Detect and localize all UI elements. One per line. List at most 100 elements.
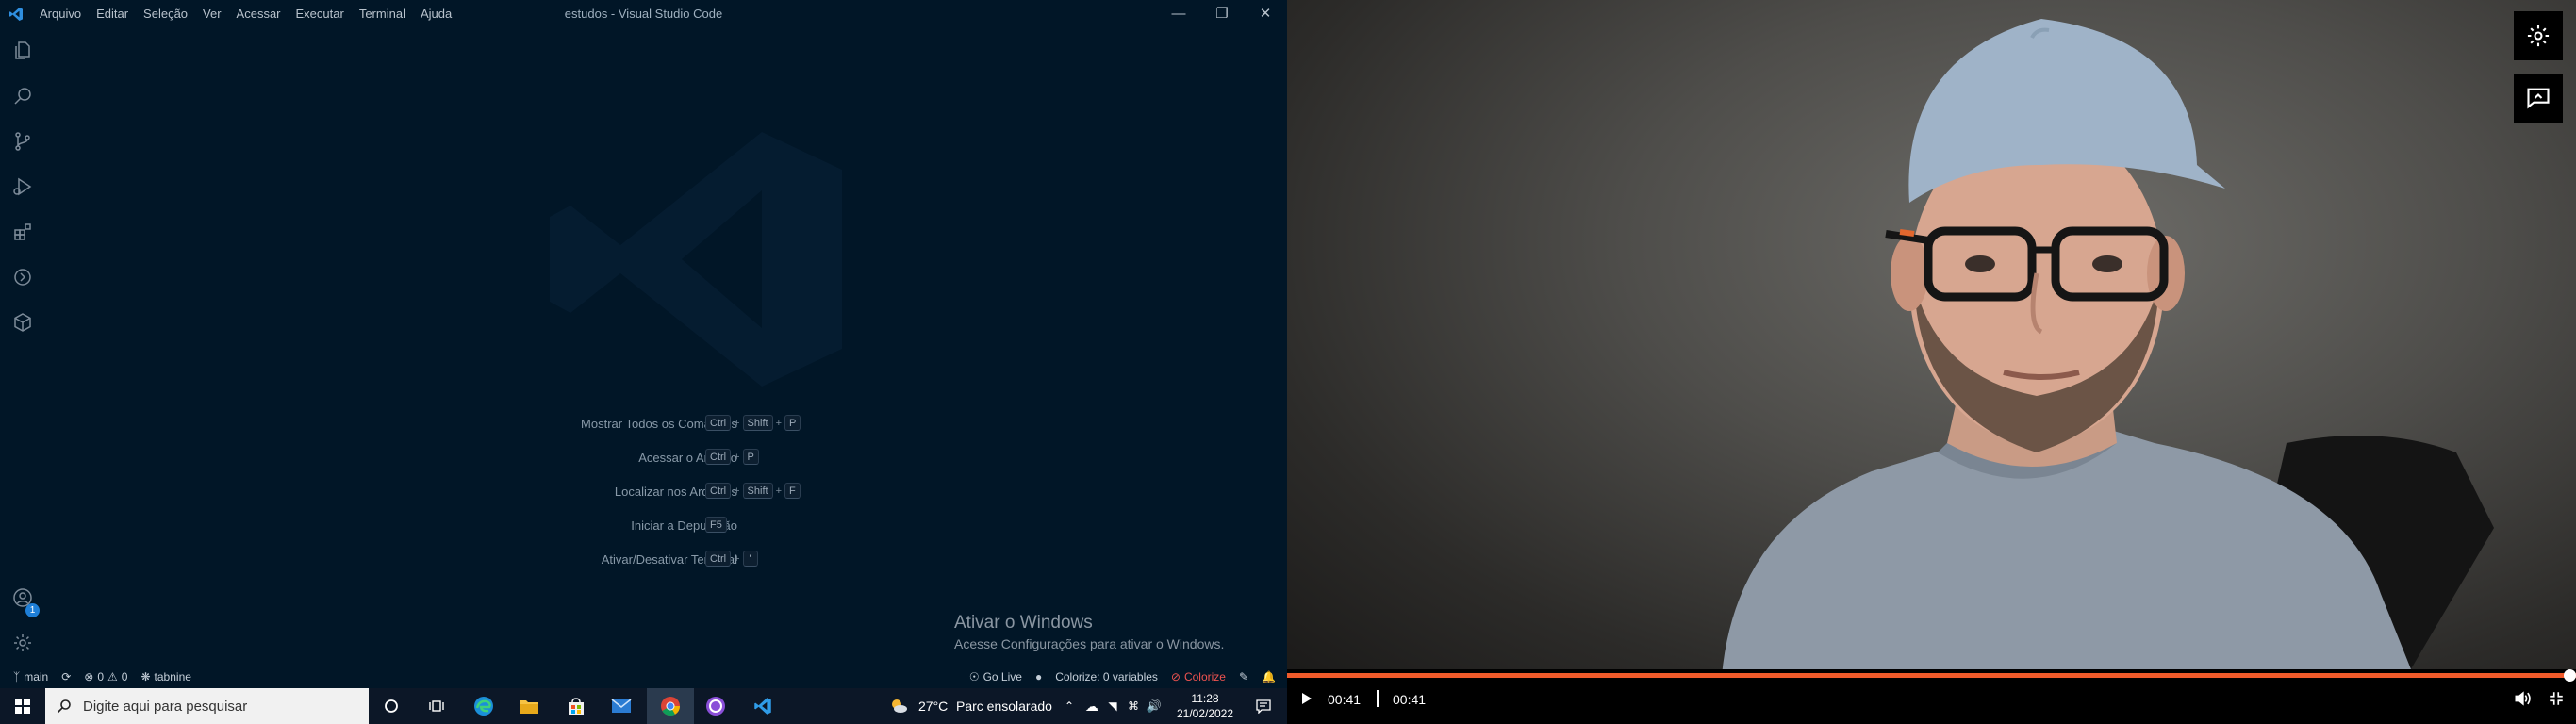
sync-icon: ⟳	[61, 669, 72, 683]
video-progress-bar[interactable]	[1287, 669, 2576, 682]
source-control-icon[interactable]	[0, 119, 45, 164]
shortcut-toggle-terminal: Ativar/Desativar Terminal Ctrl + '	[45, 551, 1287, 569]
menu-ajuda[interactable]: Ajuda	[413, 0, 459, 28]
menu-arquivo[interactable]: Arquivo	[32, 0, 89, 28]
exit-fullscreen-icon	[2550, 692, 2563, 705]
weather-icon[interactable]	[886, 688, 911, 724]
tabnine-status[interactable]: ❋ tabnine	[134, 665, 197, 688]
warning-icon: ⚠	[107, 669, 118, 683]
key: F5	[705, 517, 727, 533]
vscode-logo-icon	[0, 0, 32, 28]
account-icon[interactable]: 1	[0, 575, 45, 620]
chevron-up-icon[interactable]: ⌃	[1060, 688, 1079, 724]
git-branch-icon: ᛉ	[13, 669, 21, 683]
key: '	[742, 551, 758, 567]
go-live-button[interactable]: ☉ Go Live	[963, 665, 1029, 688]
close-button[interactable]: ✕	[1244, 0, 1287, 28]
colorize-label: Colorize	[1183, 669, 1226, 683]
docker-icon[interactable]	[0, 300, 45, 345]
key: Ctrl	[705, 415, 732, 431]
warning-count: 0	[121, 669, 128, 683]
network-wifi-icon[interactable]: ⌘	[1124, 688, 1143, 724]
gear-icon	[2527, 25, 2550, 47]
vscode-icon[interactable]	[741, 688, 784, 724]
play-button[interactable]	[1296, 688, 1317, 709]
sync-status[interactable]: ⟳	[55, 665, 77, 688]
branch-status[interactable]: ᛉ main	[0, 665, 55, 688]
presenter-image	[1721, 19, 2494, 688]
system-clock[interactable]: 11:28 21/02/2022	[1167, 688, 1243, 724]
speaker-icon[interactable]: 🔊	[1145, 688, 1164, 724]
bell-icon: 🔔	[1262, 669, 1276, 683]
colorize-button[interactable]: ⊘ Colorize	[1164, 665, 1232, 688]
duration: 00:41	[1393, 692, 1427, 707]
copilot-status[interactable]: ●	[1029, 665, 1049, 688]
key: F	[784, 483, 801, 499]
play-icon	[1302, 693, 1312, 704]
edge-icon[interactable]	[462, 688, 505, 724]
go-live-label: Go Live	[983, 669, 1022, 683]
tabnine-label: tabnine	[154, 669, 191, 683]
run-debug-icon[interactable]	[0, 164, 45, 209]
volume-button[interactable]	[2512, 688, 2533, 709]
shortcut-go-to-file: Acessar o Arquivo Ctrl + P	[45, 449, 1287, 468]
problems-status[interactable]: ⊗ 0 ⚠ 0	[77, 665, 134, 688]
file-explorer-icon[interactable]	[507, 688, 551, 724]
video-frame[interactable]	[1287, 0, 2576, 688]
vscode-watermark-icon	[550, 132, 842, 387]
menu-executar[interactable]: Executar	[289, 0, 352, 28]
notifications-button[interactable]: 🔔	[1255, 665, 1287, 688]
settings-gear-icon[interactable]	[0, 620, 45, 666]
cortana-icon[interactable]	[370, 688, 413, 724]
key: Ctrl	[705, 483, 732, 499]
task-view-icon[interactable]	[415, 688, 458, 724]
copilot-icon: ●	[1034, 669, 1043, 683]
video-feedback-button[interactable]	[2514, 74, 2563, 123]
colorize-variables-label: Colorize: 0 variables	[1055, 669, 1158, 683]
meet-now-icon[interactable]: ◥	[1103, 688, 1122, 724]
feedback-button[interactable]: ✎	[1232, 665, 1255, 688]
activation-subtitle: Acesse Configurações para ativar o Windo…	[954, 636, 1225, 651]
account-badge: 1	[25, 603, 40, 617]
title-bar: Arquivo Editar Seleção Ver Acessar Execu…	[0, 0, 1287, 28]
vscode-window: Arquivo Editar Seleção Ver Acessar Execu…	[0, 0, 1287, 688]
search-placeholder: Digite aqui para pesquisar	[83, 698, 248, 715]
chat-feedback-icon	[2527, 88, 2550, 109]
extensions-icon[interactable]	[0, 209, 45, 255]
clock-date: 21/02/2022	[1176, 707, 1234, 720]
menu-editar[interactable]: Editar	[89, 0, 136, 28]
chrome-icon[interactable]	[647, 688, 694, 724]
current-time: 00:41	[1328, 692, 1362, 707]
notification-center-icon[interactable]	[1245, 688, 1282, 724]
mail-icon[interactable]	[600, 688, 643, 724]
menu-acessar[interactable]: Acessar	[229, 0, 289, 28]
taskbar-search-box[interactable]: Digite aqui para pesquisar	[45, 688, 369, 724]
colorize-disabled-icon: ⊘	[1170, 669, 1181, 683]
minimize-button[interactable]: —	[1157, 0, 1200, 28]
restore-button[interactable]: ❐	[1200, 0, 1244, 28]
github-desktop-icon[interactable]	[694, 688, 737, 724]
time-separator	[1377, 690, 1379, 707]
weather-description[interactable]: Parc ensolarado	[956, 688, 1052, 724]
error-count: 0	[97, 669, 105, 683]
windows-start-icon[interactable]	[0, 688, 45, 724]
remote-explorer-icon[interactable]	[0, 255, 45, 300]
search-icon[interactable]	[0, 74, 45, 119]
menu-selecao[interactable]: Seleção	[136, 0, 195, 28]
weather-temperature[interactable]: 27°C	[918, 688, 948, 724]
progress-fill	[1287, 673, 2576, 678]
exit-fullscreen-button[interactable]	[2546, 688, 2567, 709]
onedrive-cloud-icon[interactable]: ☁	[1082, 688, 1101, 724]
screen: Arquivo Editar Seleção Ver Acessar Execu…	[0, 0, 2576, 724]
editor-area[interactable]: Mostrar Todos os Comandos Ctrl + Shift + P…	[45, 28, 1287, 665]
video-settings-button[interactable]	[2514, 11, 2563, 60]
key: P	[784, 415, 801, 431]
key: Ctrl	[705, 551, 732, 567]
explorer-icon[interactable]	[0, 28, 45, 74]
store-icon[interactable]	[554, 688, 598, 724]
colorize-variables-status[interactable]: Colorize: 0 variables	[1049, 665, 1164, 688]
shortcut-start-debugging: Iniciar a Depuração F5	[45, 517, 1287, 535]
progress-handle[interactable]	[2564, 669, 2576, 682]
menu-ver[interactable]: Ver	[195, 0, 229, 28]
menu-terminal[interactable]: Terminal	[352, 0, 413, 28]
